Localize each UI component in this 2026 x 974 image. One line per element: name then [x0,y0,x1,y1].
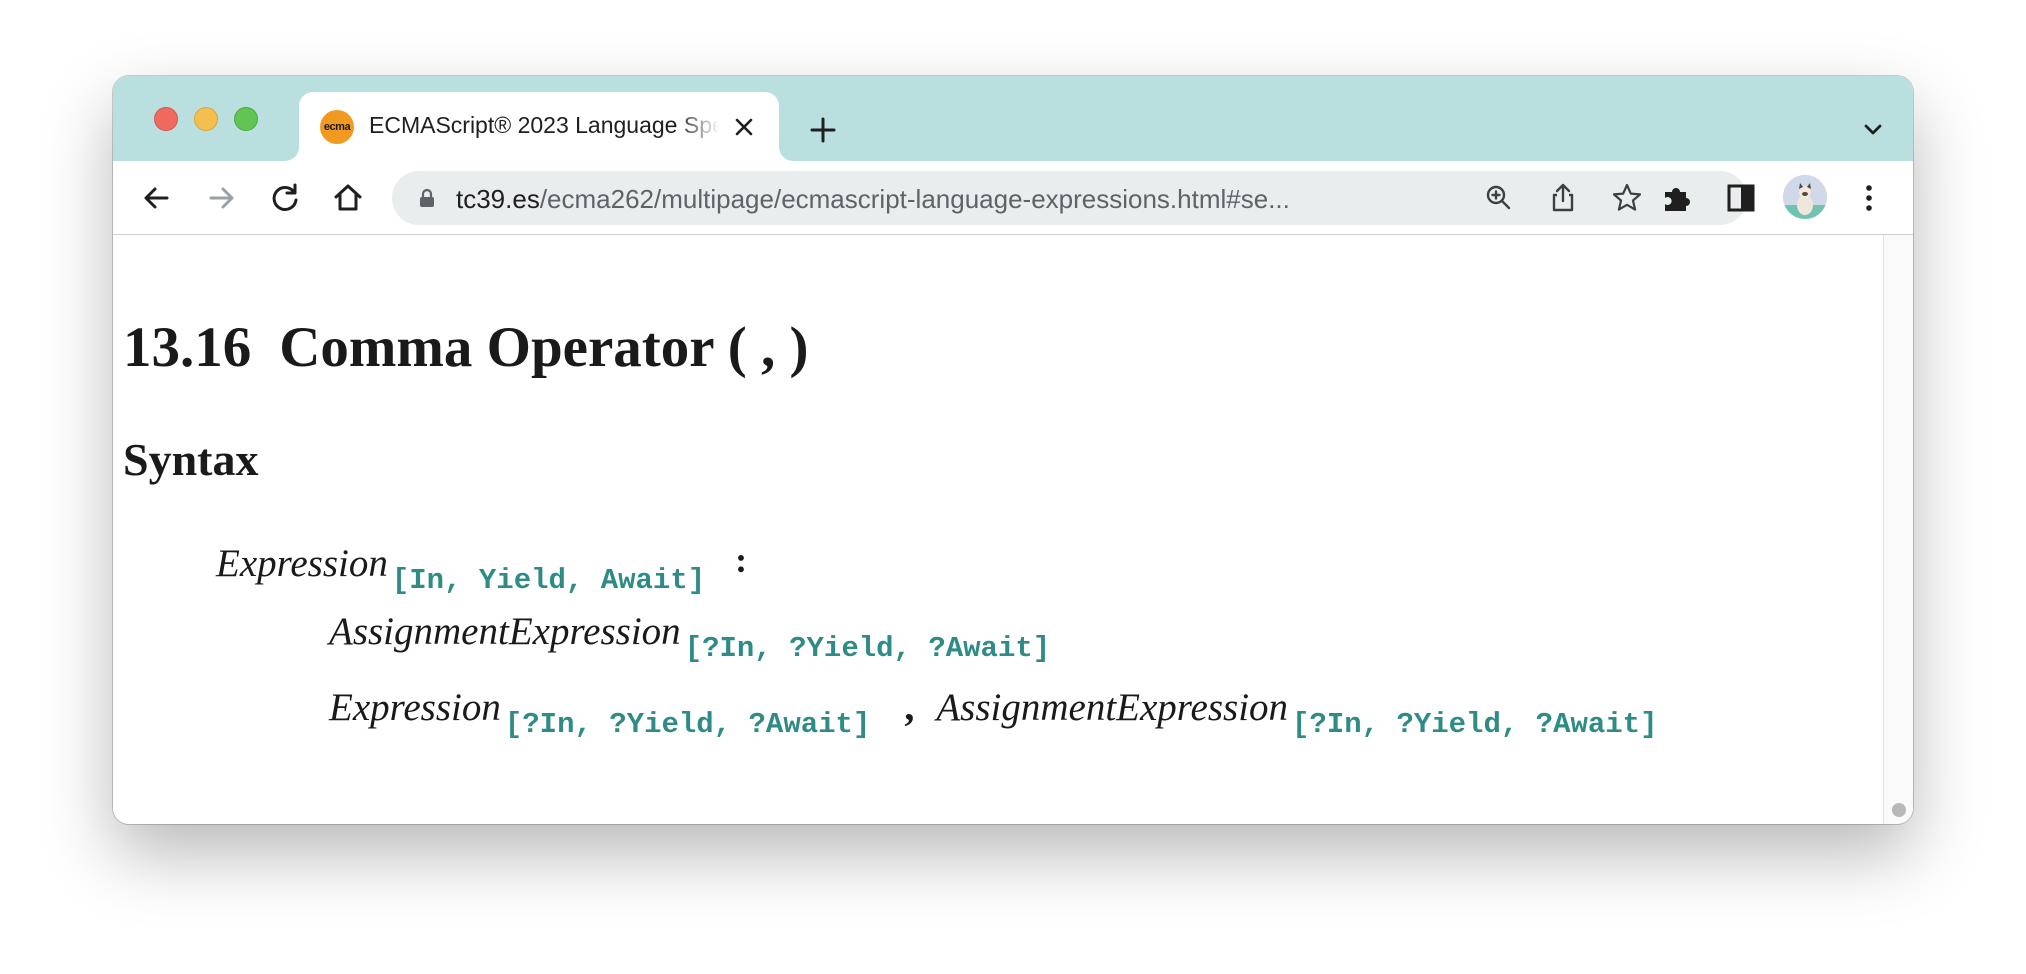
forward-arrow-icon[interactable] [199,176,243,220]
production-params: [?In, ?Yield, ?Await] [504,708,871,741]
tab-strip: ecma ECMAScript® 2023 Language Specifica… [113,76,1913,161]
comma-terminal: , [904,684,915,729]
new-tab-plus-icon[interactable] [803,110,843,150]
url-path: /ecma262/multipage/ecmascript-language-e… [539,184,1290,214]
url-host: tc39.es [456,184,540,214]
ecma-favicon-icon: ecma [320,110,354,144]
tab-ecmascript[interactable]: ecma ECMAScript® 2023 Language Specifica… [299,92,779,161]
browser-toolbar: tc39.es/ecma262/multipage/ecmascript-lan… [113,161,1913,235]
reload-icon[interactable] [263,176,307,220]
scrollbar-thumb[interactable] [1892,803,1906,817]
production-colon: : [735,540,748,580]
zoom-icon[interactable] [1482,181,1516,215]
close-window-button[interactable] [154,107,178,131]
puzzle-icon[interactable] [1655,176,1699,220]
back-arrow-icon[interactable] [135,176,179,220]
nonterminal-assignment-expression[interactable]: AssignmentExpression [329,610,681,653]
kebab-menu-icon[interactable] [1847,176,1891,220]
production-params: [?In, ?Yield, ?Await] [684,632,1051,665]
close-icon[interactable] [729,112,759,142]
home-icon[interactable] [326,176,370,220]
section-title: Comma Operator ( , ) [279,316,809,379]
address-bar[interactable]: tc39.es/ecma262/multipage/ecmascript-lan… [392,171,1747,225]
profile-avatar[interactable] [1783,175,1827,219]
syntax-heading: Syntax [123,434,259,485]
chevron-down-icon[interactable] [1855,112,1891,148]
side-panel-icon[interactable] [1719,176,1763,220]
production-params: [?In, ?Yield, ?Await] [1292,708,1658,741]
page-content: 13.16 Comma Operator ( , ) Syntax Express… [113,235,1883,824]
production-rhs-1: AssignmentExpression [?In, ?Yield, ?Await… [329,609,1050,665]
lock-icon[interactable] [416,187,438,209]
section-number: 13.16 [123,316,252,379]
tab-title: ECMAScript® 2023 Language Specification [369,112,719,138]
section-heading: 13.16 Comma Operator ( , ) [123,315,808,380]
url-text[interactable]: tc39.es/ecma262/multipage/ecmascript-lan… [456,184,1436,215]
star-icon[interactable] [1610,181,1644,215]
browser-window: ecma ECMAScript® 2023 Language Specifica… [113,76,1913,824]
production-lhs: Expression [In, Yield, Await]: [216,540,748,597]
vertical-scrollbar[interactable] [1883,235,1913,824]
production-params: [In, Yield, Await] [391,564,706,597]
nonterminal-expression[interactable]: Expression [329,686,501,729]
maximize-window-button[interactable] [234,107,258,131]
production-rhs-2: Expression [?In, ?Yield, ?Await], Assignme… [329,683,1658,741]
cat-avatar-icon [1783,175,1827,219]
share-icon[interactable] [1546,181,1580,215]
nonterminal-expression[interactable]: Expression [216,542,388,585]
minimize-window-button[interactable] [194,107,218,131]
nonterminal-assignment-expression[interactable]: AssignmentExpression [936,686,1288,729]
